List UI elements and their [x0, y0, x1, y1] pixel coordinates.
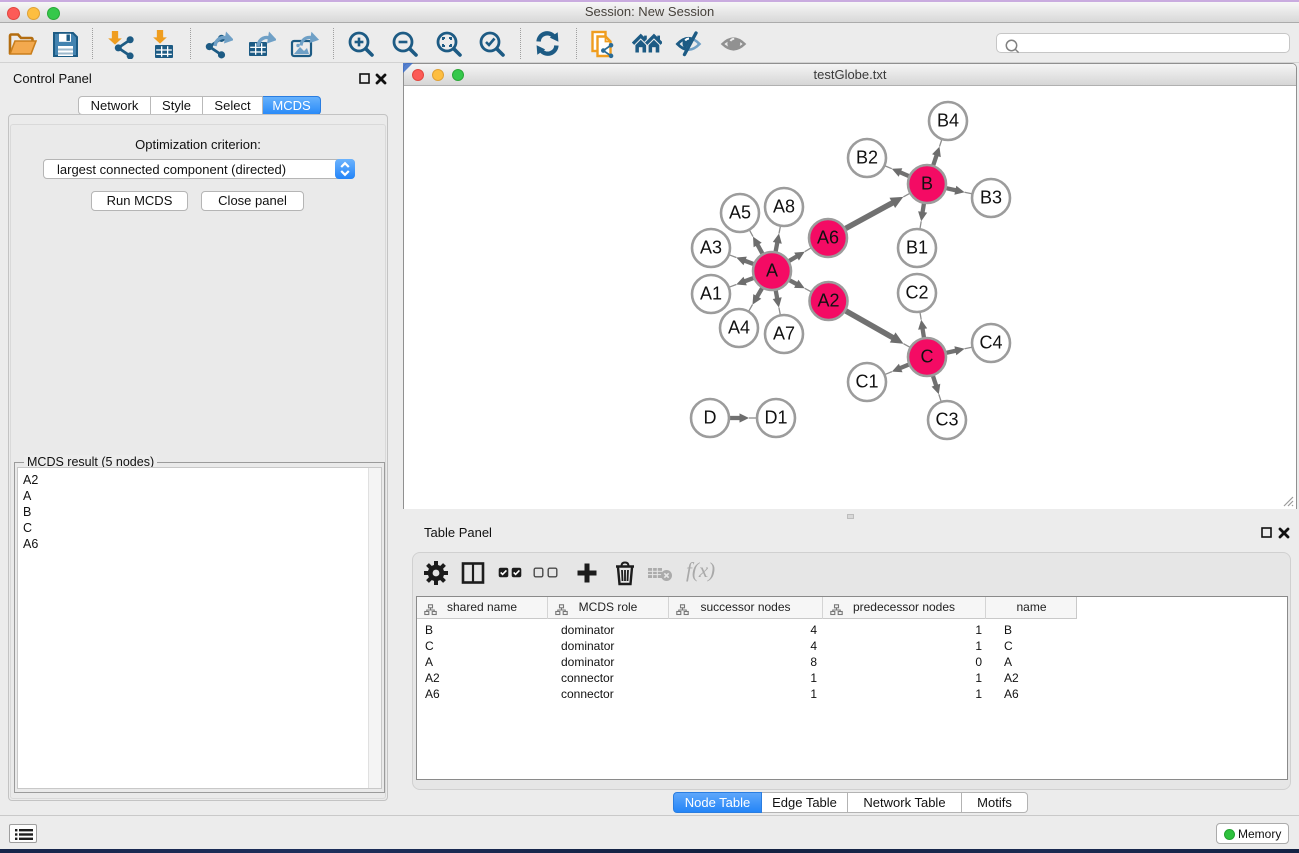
- svg-text:C4: C4: [979, 333, 1002, 353]
- svg-text:B4: B4: [937, 111, 959, 131]
- svg-text:D: D: [704, 408, 717, 428]
- svg-text:B2: B2: [856, 148, 878, 168]
- svg-text:A: A: [766, 261, 778, 281]
- svg-text:A2: A2: [817, 291, 839, 311]
- svg-text:C1: C1: [855, 372, 878, 392]
- svg-text:A5: A5: [729, 203, 751, 223]
- svg-text:C3: C3: [935, 410, 958, 430]
- svg-text:A3: A3: [700, 238, 722, 258]
- svg-text:A7: A7: [773, 324, 795, 344]
- svg-text:C: C: [921, 347, 934, 367]
- svg-text:A8: A8: [773, 197, 795, 217]
- svg-text:A1: A1: [700, 284, 722, 304]
- svg-text:A4: A4: [728, 318, 750, 338]
- svg-text:D1: D1: [764, 408, 787, 428]
- svg-text:B: B: [921, 174, 933, 194]
- svg-text:A6: A6: [817, 228, 839, 248]
- svg-text:C2: C2: [905, 283, 928, 303]
- svg-text:B3: B3: [980, 188, 1002, 208]
- svg-text:B1: B1: [906, 238, 928, 258]
